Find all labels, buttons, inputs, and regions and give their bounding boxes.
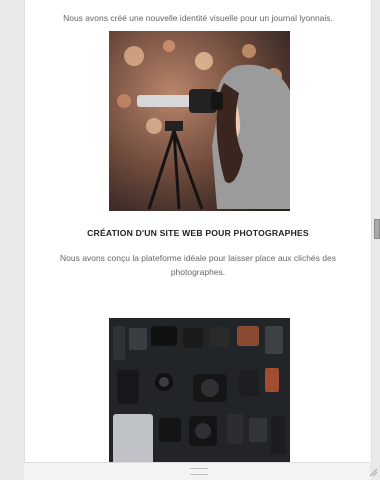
- scrollbar-handle[interactable]: [374, 219, 380, 239]
- resize-grip-icon[interactable]: [368, 467, 378, 477]
- project-description-photographers: Nous avons conçu la plateforme idéale po…: [60, 253, 336, 277]
- project-title: CRÉATION D'UN SITE WEB POUR PHOTOGRAPHES: [87, 228, 309, 238]
- drawer-handle-bar[interactable]: [24, 462, 370, 480]
- camera-gear-flatlay-image: [109, 318, 290, 462]
- photographer-image: [109, 31, 290, 211]
- drag-handle-icon[interactable]: [190, 468, 208, 475]
- content-panel: Nous avons créé une nouvelle identité vi…: [24, 0, 372, 462]
- project-description-journal: Nous avons créé une nouvelle identité vi…: [63, 13, 333, 23]
